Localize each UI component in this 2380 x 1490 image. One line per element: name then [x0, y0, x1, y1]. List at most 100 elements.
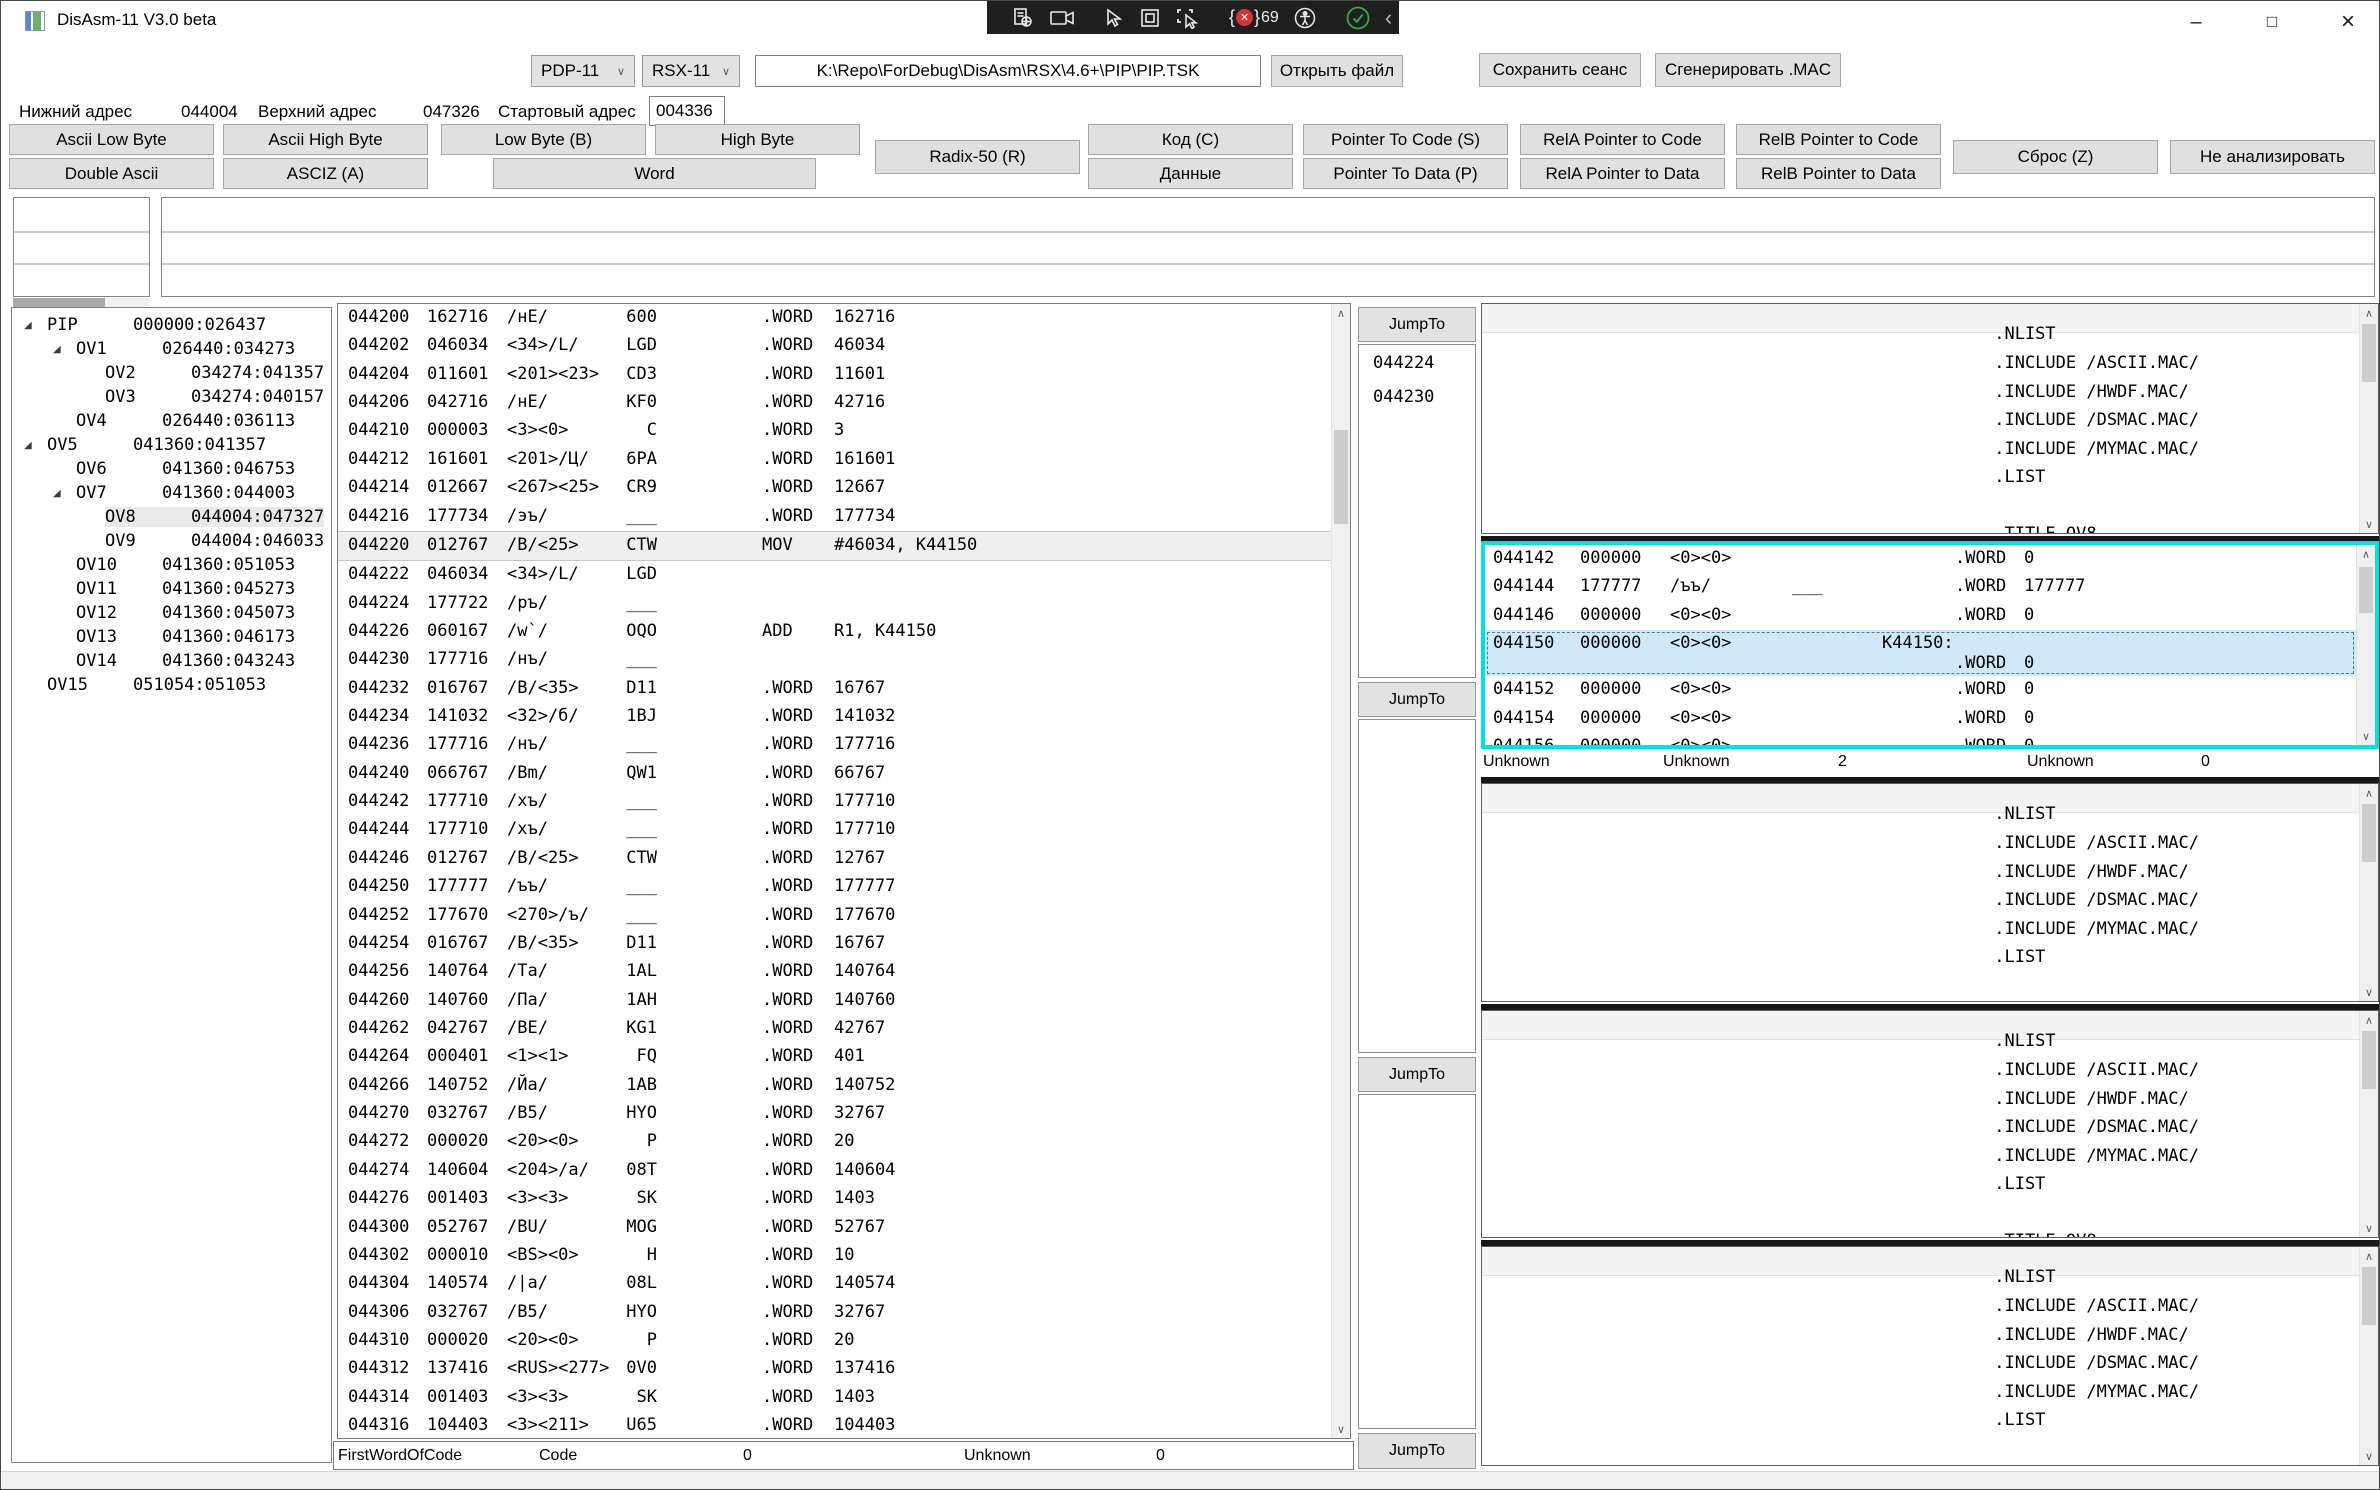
- tree-item[interactable]: OV4 026440:036113: [12, 409, 331, 433]
- tree-item[interactable]: OV9 044004:046033: [12, 529, 331, 553]
- tree-item[interactable]: OV3 034274:040157: [12, 385, 331, 409]
- detail-row[interactable]: 044156 000000 <0><0> .WORD 0: [1485, 733, 2356, 749]
- tree-expand-icon[interactable]: ◢: [53, 488, 76, 499]
- ascii-high-byte-button[interactable]: Ascii High Byte: [223, 124, 428, 155]
- macro-line[interactable]: .NLIST: [1482, 1011, 2359, 1040]
- scroll-down-icon[interactable]: ∨: [2357, 727, 2375, 745]
- scroll-down-icon[interactable]: ∨: [1332, 1420, 1350, 1438]
- low-byte-button[interactable]: Low Byte (B): [441, 124, 646, 155]
- tree-expand-icon[interactable]: ◢: [53, 344, 76, 355]
- tree-item[interactable]: OV8 044004:047327: [12, 505, 331, 529]
- minimize-button[interactable]: –: [2173, 7, 2219, 37]
- cursor-icon[interactable]: [1103, 7, 1125, 29]
- word-button[interactable]: Word: [493, 158, 816, 189]
- tree-item[interactable]: ◢ PIP 000000:026437: [12, 313, 331, 337]
- listing-row[interactable]: 044224 177722 /pъ/ ___: [338, 590, 1331, 618]
- ascii-low-byte-button[interactable]: Ascii Low Byte: [9, 124, 214, 155]
- listing-row[interactable]: 044270 032767 /В5/ HYO .WORD 32767: [338, 1100, 1331, 1128]
- detail-row[interactable]: 044144 177777 /ъъ/ ___ .WORD 177777: [1485, 573, 2356, 601]
- detail-row[interactable]: 044154 000000 <0><0> .WORD 0: [1485, 705, 2356, 733]
- empty-wide-list[interactable]: [161, 197, 2375, 297]
- rela-pointer-to-code-button[interactable]: RelA Pointer to Code: [1520, 124, 1725, 155]
- code-button[interactable]: Код (С): [1088, 124, 1293, 155]
- cpu-select[interactable]: PDP-11 ∨: [531, 55, 635, 87]
- listing-row[interactable]: 044274 140604 <204>/a/ 08T .WORD 140604: [338, 1157, 1331, 1185]
- listing-row[interactable]: 044256 140764 /Та/ 1AL .WORD 140764: [338, 958, 1331, 986]
- scroll-down-icon[interactable]: ∨: [2360, 1219, 2378, 1237]
- tree-item[interactable]: ◢ OV7 041360:044003: [12, 481, 331, 505]
- tree-expand-icon[interactable]: ◢: [24, 320, 47, 331]
- tree-item[interactable]: OV6 041360:046753: [12, 457, 331, 481]
- scroll-down-icon[interactable]: ∨: [2360, 515, 2378, 533]
- open-file-button[interactable]: Открыть файл: [1271, 55, 1403, 87]
- listing-row[interactable]: 044202 046034 <34>/L/ LGD .WORD 46034: [338, 332, 1331, 360]
- jumpto-button-4[interactable]: JumpTo: [1358, 1433, 1476, 1469]
- listing-row[interactable]: 044312 137416 <RUS><277> 0V0 .WORD 13741…: [338, 1355, 1331, 1383]
- window-select-icon[interactable]: [1139, 7, 1161, 29]
- scroll-up-icon[interactable]: ∧: [1332, 304, 1350, 322]
- double-ascii-button[interactable]: Double Ascii: [9, 158, 214, 189]
- detail-row[interactable]: 044150 000000 <0><0> K44150: .WORD 0: [1485, 630, 2356, 676]
- listing-row[interactable]: 044302 000010 <BS><0> H .WORD 10: [338, 1242, 1331, 1270]
- listing-row[interactable]: 044264 000401 <1><1> FQ .WORD 401: [338, 1043, 1331, 1071]
- jumpto-button-3[interactable]: JumpTo: [1358, 1057, 1476, 1092]
- listing-row[interactable]: 044276 001403 <3><3> SK .WORD 1403: [338, 1185, 1331, 1213]
- reset-button[interactable]: Сброс (Z): [1953, 140, 2158, 174]
- jumpto-button-1[interactable]: JumpTo: [1358, 307, 1476, 342]
- listing-row[interactable]: 044214 012667 <267><25> CR9 .WORD 12667: [338, 474, 1331, 502]
- listing-row[interactable]: 044212 161601 <201>/Ц/ 6PA .WORD 161601: [338, 446, 1331, 474]
- scrollbar-thumb[interactable]: [2359, 567, 2373, 613]
- tree-item[interactable]: OV12 041360:045073: [12, 601, 331, 625]
- detail-row[interactable]: 044142 000000 <0><0> .WORD 0: [1485, 545, 2356, 573]
- generate-mac-button[interactable]: Сгенерировать .MAC: [1655, 53, 1841, 87]
- tree-item[interactable]: OV14 041360:043243: [12, 649, 331, 673]
- maximize-button[interactable]: □: [2249, 7, 2295, 37]
- left-list-hscrollbar[interactable]: [13, 298, 150, 307]
- scrollbar-thumb[interactable]: [2362, 324, 2376, 382]
- listing-row[interactable]: 044246 012767 /В/<25> CTW .WORD 12767: [338, 845, 1331, 873]
- scroll-down-icon[interactable]: ∨: [2360, 983, 2378, 1001]
- listing-row[interactable]: 044220 012767 /В/<25> CTW MOV #46034, K4…: [338, 531, 1331, 561]
- tree-item[interactable]: OV11 041360:045273: [12, 577, 331, 601]
- listing-row[interactable]: 044244 177710 /хъ/ ___ .WORD 177710: [338, 816, 1331, 844]
- high-byte-button[interactable]: High Byte: [655, 124, 860, 155]
- relb-pointer-to-data-button[interactable]: RelB Pointer to Data: [1736, 158, 1941, 189]
- listing-row[interactable]: 044204 011601 <201><23> CD3 .WORD 11601: [338, 361, 1331, 389]
- listing-row[interactable]: 044234 141032 <32>/б/ 1BJ .WORD 141032: [338, 703, 1331, 731]
- detail-row[interactable]: 044146 000000 <0><0> .WORD 0: [1485, 602, 2356, 630]
- asciz-button[interactable]: ASCIZ (A): [223, 158, 428, 189]
- listing-row[interactable]: 044254 016767 /В/<35> D11 .WORD 16767: [338, 930, 1331, 958]
- scroll-down-icon[interactable]: ∨: [2360, 1447, 2378, 1465]
- data-button[interactable]: Данные: [1088, 158, 1293, 189]
- listing-row[interactable]: 044314 001403 <3><3> SK .WORD 1403: [338, 1384, 1331, 1412]
- jump-target[interactable]: 044224: [1359, 349, 1475, 383]
- macro-vscrollbar[interactable]: ∧ ∨: [2359, 784, 2378, 1001]
- scroll-up-icon[interactable]: ∧: [2357, 545, 2375, 563]
- tree-item[interactable]: ◢ OV5 041360:041357: [12, 433, 331, 457]
- macro-line[interactable]: .NLIST: [1482, 784, 2359, 813]
- os-select[interactable]: RSX-11 ∨: [642, 55, 740, 87]
- listing-row[interactable]: 044304 140574 /|a/ 08L .WORD 140574: [338, 1270, 1331, 1298]
- pointer-to-data-button[interactable]: Pointer To Data (P): [1303, 158, 1508, 189]
- listing-row[interactable]: 044222 046034 <34>/L/ LGD: [338, 561, 1331, 589]
- region-select-cursor-icon[interactable]: [1175, 7, 1201, 29]
- listing-row[interactable]: 044240 066767 /Вm/ QW1 .WORD 66767: [338, 760, 1331, 788]
- file-path-input[interactable]: [755, 55, 1261, 87]
- macro-line[interactable]: .NLIST: [1482, 304, 2359, 333]
- radix50-button[interactable]: Radix-50 (R): [875, 140, 1080, 174]
- scrollbar-thumb[interactable]: [2362, 1267, 2376, 1325]
- listing-row[interactable]: 044230 177716 /нъ/ ___: [338, 646, 1331, 674]
- scroll-up-icon[interactable]: ∧: [2360, 1011, 2378, 1029]
- listing-row[interactable]: 044272 000020 <20><0> P .WORD 20: [338, 1128, 1331, 1156]
- macro-vscrollbar[interactable]: ∧ ∨: [2359, 1247, 2378, 1465]
- detail-vscrollbar[interactable]: ∧ ∨: [2356, 545, 2375, 745]
- jump-target[interactable]: 044230: [1359, 383, 1475, 417]
- check-circle-icon[interactable]: [1345, 5, 1371, 31]
- scroll-up-icon[interactable]: ∧: [2360, 784, 2378, 802]
- error-count-badge[interactable]: {✕} 69: [1229, 7, 1279, 28]
- listing-row[interactable]: 044300 052767 /BU/ MOG .WORD 52767: [338, 1214, 1331, 1242]
- listing-row[interactable]: 044252 177670 <270>/ъ/ ___ .WORD 177670: [338, 902, 1331, 930]
- macro-line[interactable]: .NLIST: [1482, 1247, 2359, 1276]
- listing-row[interactable]: 044232 016767 /В/<35> D11 .WORD 16767: [338, 675, 1331, 703]
- detail-row[interactable]: 044152 000000 <0><0> .WORD 0: [1485, 676, 2356, 704]
